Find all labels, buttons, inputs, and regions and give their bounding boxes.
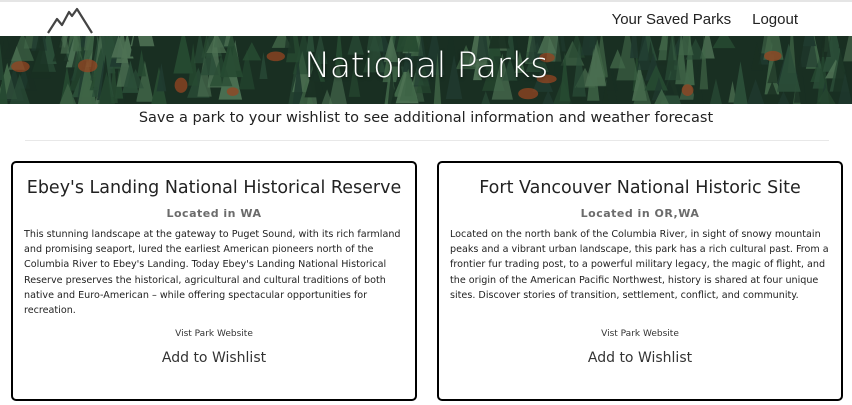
add-to-wishlist-button[interactable]: Add to Wishlist <box>13 350 415 366</box>
park-description: Located on the north bank of the Columbi… <box>450 229 829 301</box>
visit-website-link[interactable]: Vist Park Website <box>439 329 841 339</box>
nav-link-saved-parks[interactable]: Your Saved Parks <box>612 11 732 28</box>
park-card: Fort Vancouver National Historic Site Lo… <box>437 161 843 401</box>
nav-link-logout[interactable]: Logout <box>752 11 798 28</box>
mountain-logo-icon[interactable] <box>47 6 93 34</box>
park-card: Ebey's Landing National Historical Reser… <box>11 161 417 401</box>
nav-links: Your Saved Parks Logout <box>612 11 798 28</box>
park-description: This stunning landscape at the gateway t… <box>24 229 401 317</box>
top-navbar: Your Saved Parks Logout <box>0 0 852 36</box>
park-location: Located in OR,WA <box>580 207 700 220</box>
hero-banner: National Parks <box>0 36 852 104</box>
divider <box>25 140 829 141</box>
park-location: Located in WA <box>166 207 262 220</box>
add-to-wishlist-button[interactable]: Add to Wishlist <box>439 350 841 366</box>
park-name: Fort Vancouver National Historic Site <box>479 178 801 198</box>
page-subtitle: Save a park to your wishlist to see addi… <box>138 110 714 126</box>
visit-website-link[interactable]: Vist Park Website <box>13 329 415 339</box>
park-name: Ebey's Landing National Historical Reser… <box>26 178 402 198</box>
page-title: National Parks <box>304 46 548 86</box>
